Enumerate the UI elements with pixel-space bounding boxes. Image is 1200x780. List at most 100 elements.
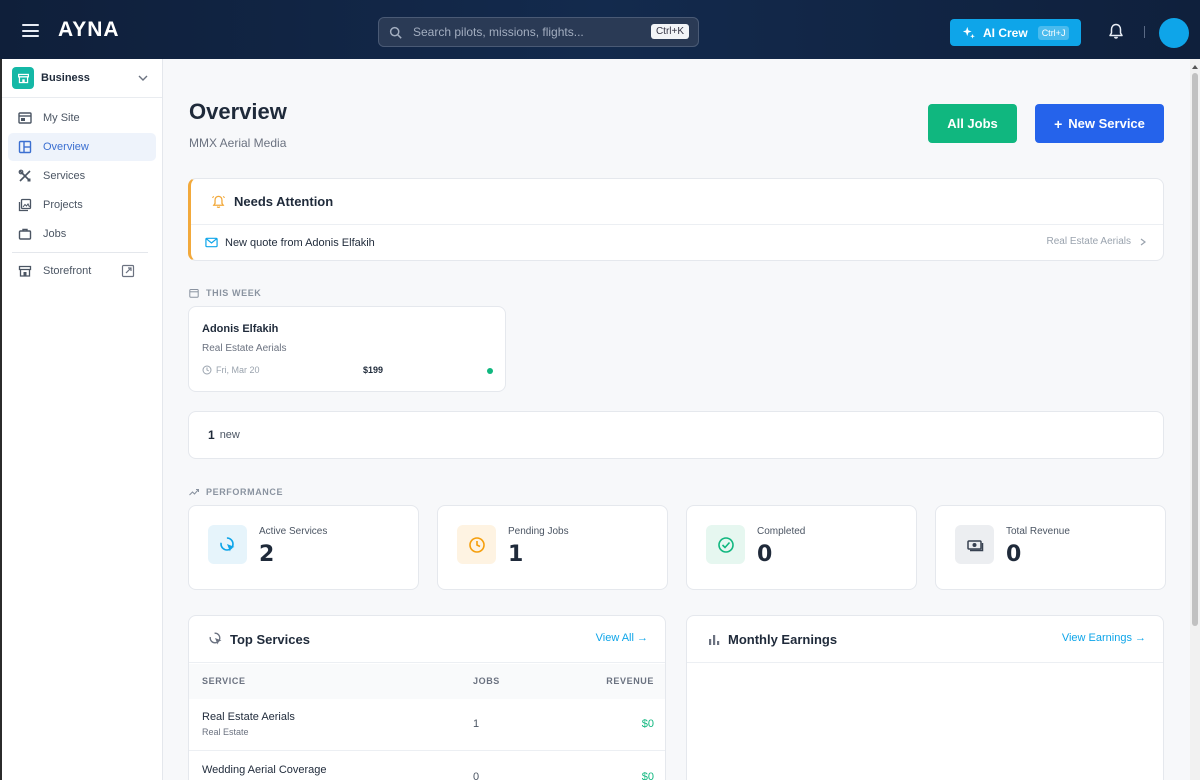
attention-service-label: Real Estate Aerials [1046,236,1132,247]
service-name: Real Estate Aerials [202,711,295,723]
sidebar-item-overview[interactable]: Overview [8,133,156,161]
money-icon [955,525,994,564]
stat-label: Completed [757,526,806,537]
job-service: Real Estate Aerials [202,343,287,354]
ai-crew-label: AI Crew [983,25,1028,40]
gallery-icon [18,198,32,212]
sidebar: Business My Site Overview Services Proje… [0,59,163,780]
sparkle-icon [962,26,975,39]
scroll-up-arrow[interactable] [1192,65,1198,69]
service-revenue: $0 [641,771,654,780]
bell-icon[interactable] [1108,23,1124,40]
job-date-text: Fri, Mar 20 [216,365,260,375]
trending-up-icon [189,488,199,496]
service-jobs: 0 [473,771,480,780]
cursor-click-icon [209,632,222,645]
scrollbar-thumb[interactable] [1192,73,1198,626]
external-link-icon[interactable] [121,264,135,278]
new-count-label: new [219,429,240,441]
sidebar-item-projects[interactable]: Projects [8,191,156,219]
tools-icon [18,169,31,182]
mail-icon [205,237,218,248]
sidebar-item-label: Storefront [43,265,92,277]
column-header-service: SERVICE [202,676,246,686]
sidebar-item-label: Overview [43,141,89,153]
service-category: Real Estate [202,727,249,737]
chevron-down-icon [138,75,148,81]
menu-icon[interactable] [22,24,39,37]
performance-text: PERFORMANCE [206,487,284,497]
ai-shortcut-badge: Ctrl+J [1037,25,1070,40]
check-circle-icon [706,525,745,564]
briefcase-icon [18,228,32,240]
monthly-earnings-title: Monthly Earnings [728,631,838,647]
alarm-icon [212,195,225,208]
sidebar-item-label: Jobs [43,228,67,240]
status-dot [487,368,493,374]
sidebar-item-jobs[interactable]: Jobs [8,220,156,248]
needs-attention-card: Needs Attention New quote from Adonis El… [188,178,1164,261]
cursor-click-icon [208,525,247,564]
business-label: Business [41,72,90,84]
stat-label: Total Revenue [1006,526,1070,537]
bar-chart-icon [709,635,720,645]
sidebar-item-label: Services [43,170,86,182]
main-content: Overview MMX Aerial Media All Jobs + New… [163,59,1190,780]
top-services-header: Top Services View All → [189,616,665,663]
job-card[interactable]: Adonis Elfakih Real Estate Aerials Fri, … [188,306,506,392]
business-switcher[interactable]: Business [2,59,162,98]
top-services-title: Top Services [230,631,310,647]
clock-icon [457,525,496,564]
store-icon [12,67,34,89]
service-revenue: $0 [641,718,654,730]
attention-item-text: New quote from Adonis Elfakih [225,236,375,249]
sidebar-item-services[interactable]: Services [8,162,156,190]
ai-crew-button[interactable]: AI Crew Ctrl+J [950,19,1081,46]
all-jobs-button[interactable]: All Jobs [928,104,1017,143]
dashboard-icon [18,140,32,154]
service-jobs: 1 [473,718,480,730]
calendar-icon [189,289,199,298]
sidebar-item-my-site[interactable]: My Site [8,104,156,132]
app-logo[interactable]: AYNA [58,18,120,42]
search-box[interactable]: Ctrl+K [378,17,699,47]
sidebar-nav: My Site Overview Services Projects Jobs … [2,98,162,285]
row-divider [189,750,665,751]
stat-card-pending-jobs: Pending Jobs 1 [437,505,668,590]
stat-card-completed: Completed 0 [686,505,917,590]
this-week-text: THIS WEEK [206,288,262,298]
job-date: Fri, Mar 20 [202,365,260,375]
page-title: Overview [189,99,287,124]
view-earnings-link[interactable]: View Earnings → [1062,632,1146,644]
this-week-label: THIS WEEK [189,288,261,298]
stat-value: 0 [1006,542,1022,567]
sidebar-item-label: Projects [43,199,83,211]
stat-value: 1 [508,542,524,567]
column-header-jobs: JOBS [473,676,500,686]
new-count-card[interactable]: 1 new [188,411,1164,459]
job-price: $199 [363,365,384,375]
scrollbar[interactable] [1190,59,1200,780]
needs-attention-title: Needs Attention [234,194,334,209]
sidebar-item-storefront[interactable]: Storefront [8,257,156,285]
sidebar-divider [12,252,148,253]
search-icon [389,26,402,39]
storefront-icon [18,265,32,277]
view-all-link[interactable]: View All → [596,632,648,644]
search-shortcut-badge: Ctrl+K [650,24,689,39]
new-service-button[interactable]: + New Service [1035,104,1164,143]
search-input[interactable] [413,25,643,39]
monthly-earnings-panel: Monthly Earnings View Earnings → [686,615,1164,780]
monthly-earnings-header: Monthly Earnings View Earnings → [687,616,1163,663]
clock-icon [202,365,212,375]
attention-item[interactable]: New quote from Adonis Elfakih Real Estat… [191,225,1163,260]
chevron-right-icon [1140,238,1146,245]
page-subtitle: MMX Aerial Media [189,136,287,150]
sidebar-item-label: My Site [43,112,80,124]
table-header-row [189,664,665,699]
user-avatar[interactable] [1159,18,1189,48]
layout-icon [18,112,32,124]
top-bar: AYNA Ctrl+K AI Crew Ctrl+J [0,0,1200,59]
top-services-panel: Top Services View All → SERVICE JOBS REV… [188,615,666,780]
performance-label: PERFORMANCE [189,487,283,497]
